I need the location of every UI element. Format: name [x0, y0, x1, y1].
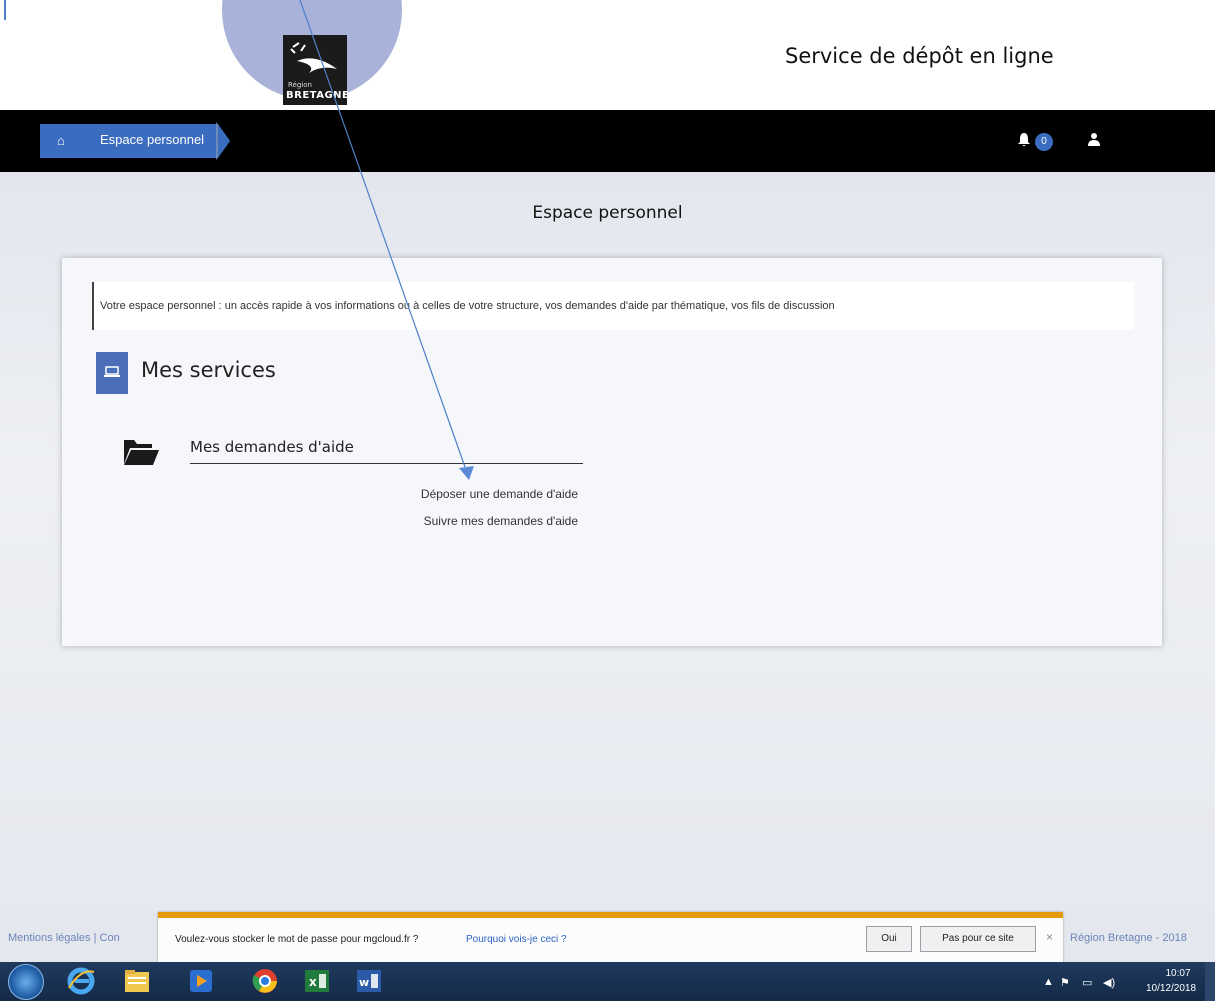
aide-divider [190, 463, 583, 464]
svg-text:w: w [359, 976, 369, 989]
logo-region-text: Région [288, 81, 312, 89]
suivre-demandes-link[interactable]: Suivre mes demandes d'aide [424, 514, 578, 528]
mes-demandes-aide-title: Mes demandes d'aide [190, 438, 354, 456]
breadcrumb-label[interactable]: Espace personnel [100, 132, 204, 147]
chrome-icon[interactable] [250, 966, 280, 996]
services-title: Mes services [141, 358, 276, 382]
info-text: Votre espace personnel : un accès rapide… [100, 300, 835, 312]
region-bretagne-logo[interactable]: Région BRETAGNE [283, 35, 350, 105]
footer-copyright: Région Bretagne - 2018 [1070, 932, 1187, 944]
taskbar-clock-time[interactable]: 10:07 [1153, 968, 1203, 979]
page-title: Espace personnel [532, 203, 683, 223]
word-icon[interactable]: w [354, 966, 384, 996]
why-see-this-link[interactable]: Pourquoi vois-je ceci ? [466, 934, 567, 945]
home-icon[interactable]: ⌂ [57, 133, 65, 148]
bell-icon[interactable] [1017, 132, 1031, 151]
laptop-icon [96, 352, 128, 394]
cursor-mark [4, 0, 6, 20]
windows-start-icon[interactable] [8, 964, 44, 1000]
not-for-this-site-button[interactable]: Pas pour ce site [920, 926, 1036, 952]
taskbar-clock-date[interactable]: 10/12/2018 [1136, 983, 1206, 994]
notifications-count-badge[interactable]: 0 [1035, 133, 1053, 151]
show-desktop-button[interactable] [1205, 962, 1215, 1001]
folder-open-icon [122, 436, 160, 471]
logo-bird-icon [290, 42, 337, 73]
media-player-icon[interactable] [186, 966, 216, 996]
network-icon[interactable]: ▭ [1082, 976, 1092, 989]
logo-bretagne-text: BRETAGNE [286, 90, 350, 101]
file-explorer-icon[interactable] [122, 966, 152, 996]
save-password-yes-button[interactable]: Oui [866, 926, 912, 952]
breadcrumb-arrow [218, 124, 230, 158]
password-save-question: Voulez-vous stocker le mot de passe pour… [175, 934, 419, 945]
show-hidden-icons-icon[interactable]: ▲ [1043, 976, 1054, 988]
footer-legal-links[interactable]: Mentions légales | Con [8, 932, 120, 944]
action-center-flag-icon[interactable]: ⚑ [1060, 976, 1070, 989]
user-icon[interactable] [1087, 132, 1101, 151]
volume-icon[interactable]: ◀) [1103, 976, 1115, 989]
svg-text:x: x [309, 975, 317, 989]
deposer-demande-link[interactable]: Déposer une demande d'aide [421, 487, 578, 501]
internet-explorer-icon[interactable] [66, 966, 96, 996]
site-header: Région BRETAGNE Service de dépôt en lign… [0, 0, 1215, 110]
close-icon[interactable]: × [1046, 930, 1053, 944]
windows-taskbar [0, 962, 1215, 1001]
excel-icon[interactable]: x [302, 966, 332, 996]
service-title: Service de dépôt en ligne [785, 44, 1054, 68]
